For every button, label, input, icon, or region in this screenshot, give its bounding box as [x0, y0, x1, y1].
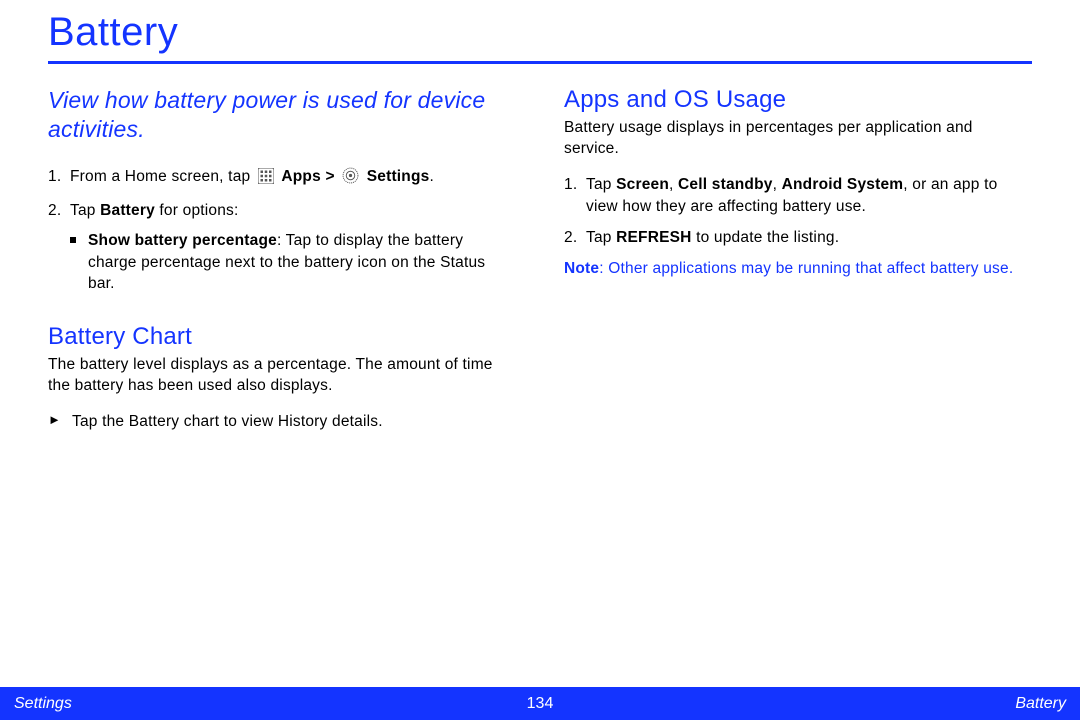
chart-arrow-item: Tap the Battery chart to view History de… [72, 411, 516, 433]
step2-text-b: for options: [155, 202, 239, 219]
gt-separator: > [325, 168, 339, 185]
battery-chart-body: The battery level displays as a percenta… [48, 355, 516, 397]
step1-text-a: From a Home screen, tap [70, 168, 255, 185]
apps-grid-icon [258, 168, 274, 191]
c1: , [669, 176, 678, 193]
cell-standby-bold: Cell standby [678, 176, 773, 193]
note-body: : Other applications may be running that… [599, 260, 1013, 277]
r2-text-a: Tap [586, 229, 616, 246]
step-2: Tap Battery for options: Show battery pe… [70, 200, 516, 295]
r-step-2: Tap REFRESH to update the listing. [586, 227, 1032, 249]
footer-right: Battery [1015, 695, 1066, 713]
right-column: Apps and OS Usage Battery usage displays… [564, 86, 1032, 432]
step1-text-b: . [429, 168, 434, 185]
step-1: From a Home screen, tap [70, 166, 516, 191]
screen-bold: Screen [616, 176, 669, 193]
battery-bold: Battery [100, 202, 155, 219]
sub-bullets: Show battery percentage: Tap to display … [70, 230, 516, 295]
settings-gear-icon [342, 167, 359, 191]
footer-page-number: 134 [527, 695, 554, 713]
note-label: Note [564, 260, 599, 277]
steps-list: From a Home screen, tap [48, 166, 516, 295]
page-title: Battery [48, 10, 1032, 64]
r-step-1: Tap Screen, Cell standby, Android System… [586, 174, 1032, 217]
page-footer: Settings 134 Battery [0, 687, 1080, 720]
bullet-label: Show battery percentage [88, 232, 277, 249]
battery-chart-heading: Battery Chart [48, 323, 516, 351]
note-text: Note: Other applications may be running … [564, 259, 1032, 280]
r2-text-b: to update the listing. [692, 229, 840, 246]
apps-os-body: Battery usage displays in percentages pe… [564, 118, 1032, 160]
r1-text-a: Tap [586, 176, 616, 193]
left-column: View how battery power is used for devic… [48, 86, 516, 432]
footer-left: Settings [14, 695, 72, 713]
arrow-list: Tap the Battery chart to view History de… [48, 411, 516, 433]
step2-text-a: Tap [70, 202, 100, 219]
two-column-layout: View how battery power is used for devic… [48, 86, 1032, 432]
right-steps-list: Tap Screen, Cell standby, Android System… [564, 174, 1032, 249]
refresh-bold: REFRESH [616, 229, 691, 246]
intro-text: View how battery power is used for devic… [48, 86, 516, 144]
apps-label: Apps [281, 168, 321, 185]
c2: , [773, 176, 782, 193]
apps-os-heading: Apps and OS Usage [564, 86, 1032, 114]
android-system-bold: Android System [782, 176, 904, 193]
bullet-show-percentage: Show battery percentage: Tap to display … [88, 230, 516, 295]
settings-label: Settings [367, 168, 430, 185]
